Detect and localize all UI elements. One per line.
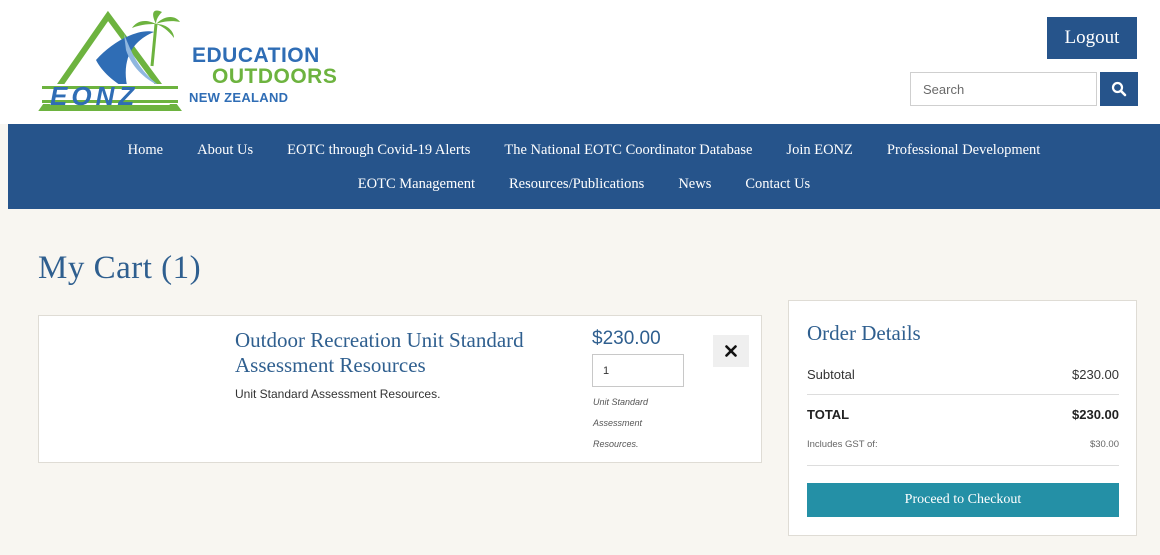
subtotal-label: Subtotal [807,367,855,382]
total-row: TOTAL $230.00 [807,407,1119,422]
gst-row: Includes GST of: $30.00 [807,439,1119,450]
quantity-note: Unit Standard Assessment Resources. [593,397,649,449]
product-price: $230.00 [592,328,661,349]
close-icon [725,345,737,357]
logo-line-new-zealand: NEW ZEALAND [189,90,289,105]
total-label: TOTAL [807,407,850,422]
nav-item-contact-us[interactable]: Contact Us [728,176,827,193]
nav-item-eotc-management[interactable]: EOTC Management [341,176,492,193]
cart-item: Outdoor Recreation Unit Standard Assessm… [38,315,762,463]
nav-item-coordinator-database[interactable]: The National EOTC Coordinator Database [487,142,769,159]
product-name[interactable]: Outdoor Recreation Unit Standard Assessm… [235,328,575,378]
eonz-logo[interactable]: EONZ EDUCATION OUTDOORS NEW ZEALAND [36,10,337,114]
main-navigation: Home About Us EOTC through Covid-19 Aler… [8,124,1160,209]
order-details-title: Order Details [807,321,921,345]
subtotal-row: Subtotal $230.00 [807,367,1119,382]
nav-row-1: Home About Us EOTC through Covid-19 Aler… [8,142,1160,159]
search-bar [910,72,1138,106]
site-header: EONZ EDUCATION OUTDOORS NEW ZEALAND Logo… [0,0,1160,124]
search-button[interactable] [1100,72,1138,106]
divider [807,465,1119,466]
divider [807,394,1119,395]
nav-item-resources-publications[interactable]: Resources/Publications [492,176,661,193]
nav-item-professional-development[interactable]: Professional Development [870,142,1057,159]
search-icon [1111,81,1127,97]
nav-item-join-eonz[interactable]: Join EONZ [769,142,869,159]
nav-item-home[interactable]: Home [111,142,180,159]
remove-item-button[interactable] [713,335,749,367]
nav-row-2: EOTC Management Resources/Publications N… [8,176,1160,193]
nav-item-about-us[interactable]: About Us [180,142,270,159]
gst-value: $30.00 [1089,439,1119,450]
product-description: Unit Standard Assessment Resources. [235,387,441,401]
logout-button[interactable]: Logout [1047,17,1137,59]
page-title: My Cart (1) [38,250,202,286]
nav-item-news[interactable]: News [661,176,728,193]
proceed-to-checkout-button[interactable]: Proceed to Checkout [807,483,1119,517]
quantity-input[interactable] [592,354,684,387]
total-value: $230.00 [1072,407,1119,422]
subtotal-value: $230.00 [1072,367,1119,382]
order-details-panel: Order Details Subtotal $230.00 TOTAL $23… [788,300,1137,536]
search-input[interactable] [910,72,1097,106]
gst-label: Includes GST of: [807,439,878,450]
logo-line-outdoors: OUTDOORS [212,65,338,88]
nav-item-covid-alerts[interactable]: EOTC through Covid-19 Alerts [270,142,487,159]
logo-acronym: EONZ [50,81,139,111]
